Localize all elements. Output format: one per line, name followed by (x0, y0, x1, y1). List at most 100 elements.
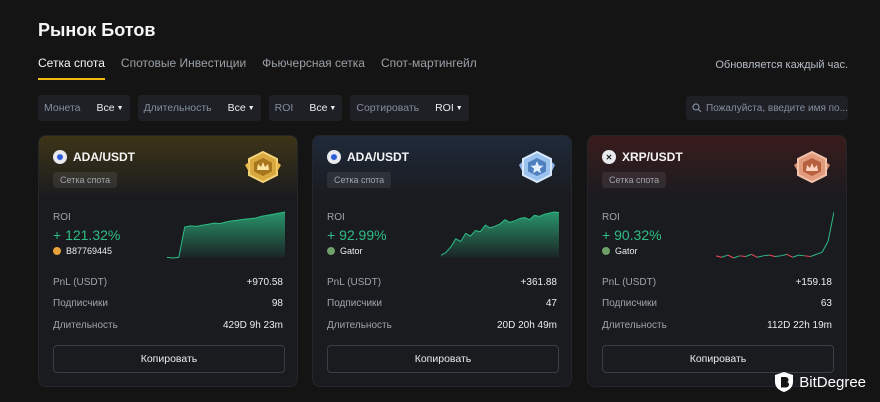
filter-bar: Монета Все ▼ Длительность Все ▼ ROI Все … (38, 95, 469, 121)
search-placeholder: Пожалуйста, введите имя по... (706, 102, 848, 114)
roi-chart (441, 211, 559, 258)
search-icon (692, 103, 702, 113)
search-input[interactable]: Пожалуйста, введите имя по... (686, 96, 848, 120)
copy-button[interactable]: Копировать (53, 345, 285, 373)
duration-label: Длительность (602, 320, 667, 331)
bitdegree-shield-icon (775, 372, 794, 392)
brand-name: BitDegree (799, 373, 866, 391)
avatar (602, 247, 610, 255)
avatar (327, 247, 335, 255)
trader-name: Gator (340, 246, 363, 256)
card-pair: ADA/USDT (73, 150, 135, 164)
trader-name: B87769445 (66, 246, 113, 256)
trader-info[interactable]: Gator (327, 246, 363, 256)
filter-roi-label: ROI (274, 102, 294, 114)
roi-label: ROI (327, 212, 345, 223)
avatar (53, 247, 61, 255)
roi-value: + 121.32% (53, 227, 121, 243)
pnl-value: +159.18 (795, 277, 832, 288)
roi-line-segment (792, 254, 799, 258)
roi-line-segment (780, 253, 787, 257)
filter-sort-label: Сортировать (356, 102, 420, 114)
filter-duration[interactable]: Длительность Все ▼ (137, 95, 261, 121)
followers-value: 63 (820, 298, 832, 309)
pnl-value: +361.88 (520, 277, 557, 288)
duration-value: 429D 9h 23m (222, 320, 283, 331)
roi-line-segment (763, 254, 770, 257)
tab-spot-martingale[interactable]: Спот-мартингейл (381, 56, 477, 80)
roi-area (441, 212, 559, 258)
pnl-value: +970.58 (246, 277, 283, 288)
pnl-label: PnL (USDT) (602, 277, 657, 288)
gold-rank-badge-icon (245, 150, 281, 184)
roi-line-segment (757, 255, 764, 258)
ada-coin-icon: ✺ (53, 150, 67, 164)
filter-roi-value: Все (309, 102, 328, 114)
duration-label: Длительность (327, 320, 392, 331)
roi-value: + 92.99% (327, 227, 387, 243)
tab-futures-grid[interactable]: Фьючерсная сетка (262, 56, 365, 80)
filter-coin-label: Монета (44, 102, 81, 114)
filter-coin[interactable]: Монета Все ▼ (38, 95, 130, 121)
followers-value: 98 (271, 298, 283, 309)
roi-value: + 90.32% (602, 227, 662, 243)
roi-label: ROI (602, 212, 620, 223)
bitdegree-logo: BitDegree (773, 371, 866, 393)
duration-label: Длительность (53, 320, 118, 331)
update-notice: Обновляется каждый час. (715, 59, 848, 71)
duration-value: 112D 22h 19m (767, 320, 832, 331)
card-strategy-tag: Сетка спота (327, 172, 392, 188)
roi-line-segment (721, 254, 728, 258)
roi-line-segment (739, 255, 746, 258)
filter-roi[interactable]: ROI Все ▼ (268, 95, 343, 121)
roi-line-segment (798, 254, 805, 257)
pnl-label: PnL (USDT) (327, 277, 382, 288)
roi-line-segment (716, 255, 723, 258)
card-pair: XRP/USDT (622, 150, 683, 164)
filter-sort[interactable]: Сортировать ROI ▼ (350, 95, 469, 121)
silver-rank-badge-icon (519, 150, 555, 184)
caret-down-icon: ▼ (116, 104, 124, 112)
filter-duration-value: Все (227, 102, 246, 114)
followers-label: Подписчики (602, 298, 658, 309)
bot-card[interactable]: ✕ XRP/USDT Сетка спота ROI + 90.32% Gato… (587, 135, 847, 387)
tab-spot-investments[interactable]: Спотовые Инвестиции (121, 56, 246, 80)
roi-line-segment (816, 251, 823, 255)
roi-chart (716, 211, 834, 259)
xrp-coin-icon: ✕ (602, 150, 616, 164)
caret-down-icon: ▼ (455, 104, 463, 112)
roi-line-segment (727, 254, 734, 259)
caret-down-icon: ▼ (247, 104, 255, 112)
followers-label: Подписчики (327, 298, 383, 309)
roi-line-segment (821, 240, 829, 253)
filter-coin-value: Все (96, 102, 115, 114)
trader-name: Gator (615, 246, 638, 256)
copy-button[interactable]: Копировать (327, 345, 559, 373)
card-strategy-tag: Сетка спота (53, 172, 118, 188)
bot-card[interactable]: ✺ ADA/USDT Сетка спота ROI + 92.99% Gato… (312, 135, 572, 387)
filter-duration-label: Длительность (143, 102, 212, 114)
roi-chart (167, 211, 285, 259)
roi-line-segment (768, 254, 776, 258)
tab-bar: Сетка спота Спотовые Инвестиции Фьючерсн… (38, 56, 493, 80)
card-pair: ADA/USDT (347, 150, 409, 164)
roi-line-segment (804, 255, 811, 258)
page-title: Рынок Ботов (38, 20, 156, 40)
roi-area (167, 212, 285, 258)
followers-label: Подписчики (53, 298, 109, 309)
followers-value: 47 (545, 298, 557, 309)
filter-sort-value: ROI (435, 102, 454, 114)
roi-line-segment (733, 255, 740, 259)
bot-card[interactable]: ✺ ADA/USDT Сетка спота ROI + 121.32% B87… (38, 135, 298, 387)
tab-spot-grid[interactable]: Сетка спота (38, 56, 105, 80)
pnl-label: PnL (USDT) (53, 277, 108, 288)
bronze-rank-badge-icon (794, 150, 830, 184)
trader-info[interactable]: Gator (602, 246, 638, 256)
roi-line-segment (786, 253, 793, 258)
roi-label: ROI (53, 212, 71, 223)
roi-line-segment (745, 253, 752, 258)
trader-info[interactable]: B87769445 (53, 246, 112, 256)
ada-coin-icon: ✺ (327, 150, 341, 164)
roi-line-segment (774, 255, 781, 258)
copy-button[interactable]: Копировать (602, 345, 834, 373)
